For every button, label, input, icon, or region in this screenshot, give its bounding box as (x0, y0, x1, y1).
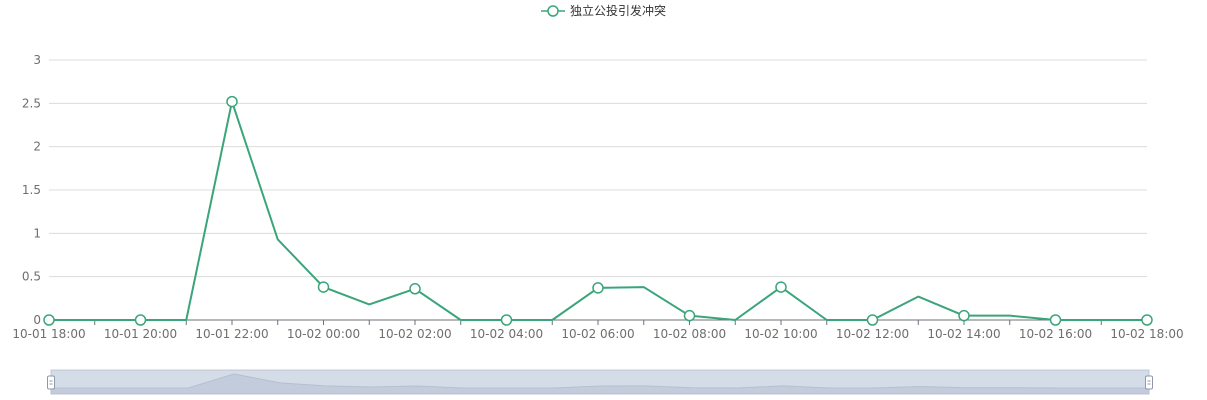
x-tick-label: 10-02 10:00 (744, 327, 817, 341)
x-tick-label: 10-02 12:00 (836, 327, 909, 341)
data-point (409, 283, 421, 295)
data-point (226, 95, 238, 108)
data-point (317, 281, 330, 293)
x-tick-label: 10-02 16:00 (1019, 327, 1092, 341)
data-zoom-slider[interactable] (47, 369, 1153, 395)
legend-circle-marker (547, 5, 559, 17)
zoom-handle-left[interactable] (47, 375, 55, 390)
x-tick-label: 10-02 02:00 (378, 327, 451, 341)
data-point (500, 314, 513, 326)
x-tick-label: 10-02 04:00 (470, 327, 543, 341)
x-tick-label: 10-02 18:00 (1110, 327, 1183, 341)
legend[interactable]: 独立公投引发冲突 (541, 3, 666, 18)
data-point (1141, 314, 1153, 326)
data-point (958, 309, 970, 322)
y-tick-label: 1.5 (22, 183, 41, 197)
y-tick-label: 0 (33, 313, 41, 327)
data-point (134, 314, 147, 326)
y-tick-label: 2 (33, 140, 41, 154)
y-tick-label: 1 (33, 226, 41, 240)
x-axis: 10-01 18:00 10-01 20:00 10-01 22:00 10-02 0… (12, 319, 1184, 341)
x-tick-label: 10-01 22:00 (195, 327, 268, 341)
x-tick-label: 10-02 06:00 (561, 327, 634, 341)
x-tick-label: 10-01 18:00 (12, 327, 85, 341)
x-tick-label: 10-02 00:00 (287, 327, 360, 341)
x-tick-label: 10-01 20:00 (104, 327, 177, 341)
grid-lines (49, 59, 1147, 278)
x-tick-label: 10-02 08:00 (653, 327, 726, 341)
data-point (1049, 314, 1062, 326)
data-point (592, 282, 604, 294)
y-tick-label: 0.5 (22, 270, 41, 284)
data-point (866, 314, 879, 326)
y-tick-label: 2.5 (22, 96, 41, 110)
x-tick-label: 10-02 14:00 (927, 327, 1000, 341)
zoom-selected-range (51, 370, 1149, 394)
data-point (683, 309, 696, 322)
zoom-handle-right[interactable] (1145, 375, 1153, 390)
line-chart: 独立公投引发冲突 00.511.522.53 10-01 18:00 10-01 … (12, 3, 1184, 395)
legend-label: 独立公投引发冲突 (570, 3, 666, 18)
data-point (43, 314, 55, 326)
y-tick-label: 3 (33, 53, 41, 67)
series-layer (43, 95, 1153, 326)
data-point (775, 281, 787, 293)
y-axis-labels: 0 0.5 1 1.5 2 2.5 3 (22, 53, 41, 327)
